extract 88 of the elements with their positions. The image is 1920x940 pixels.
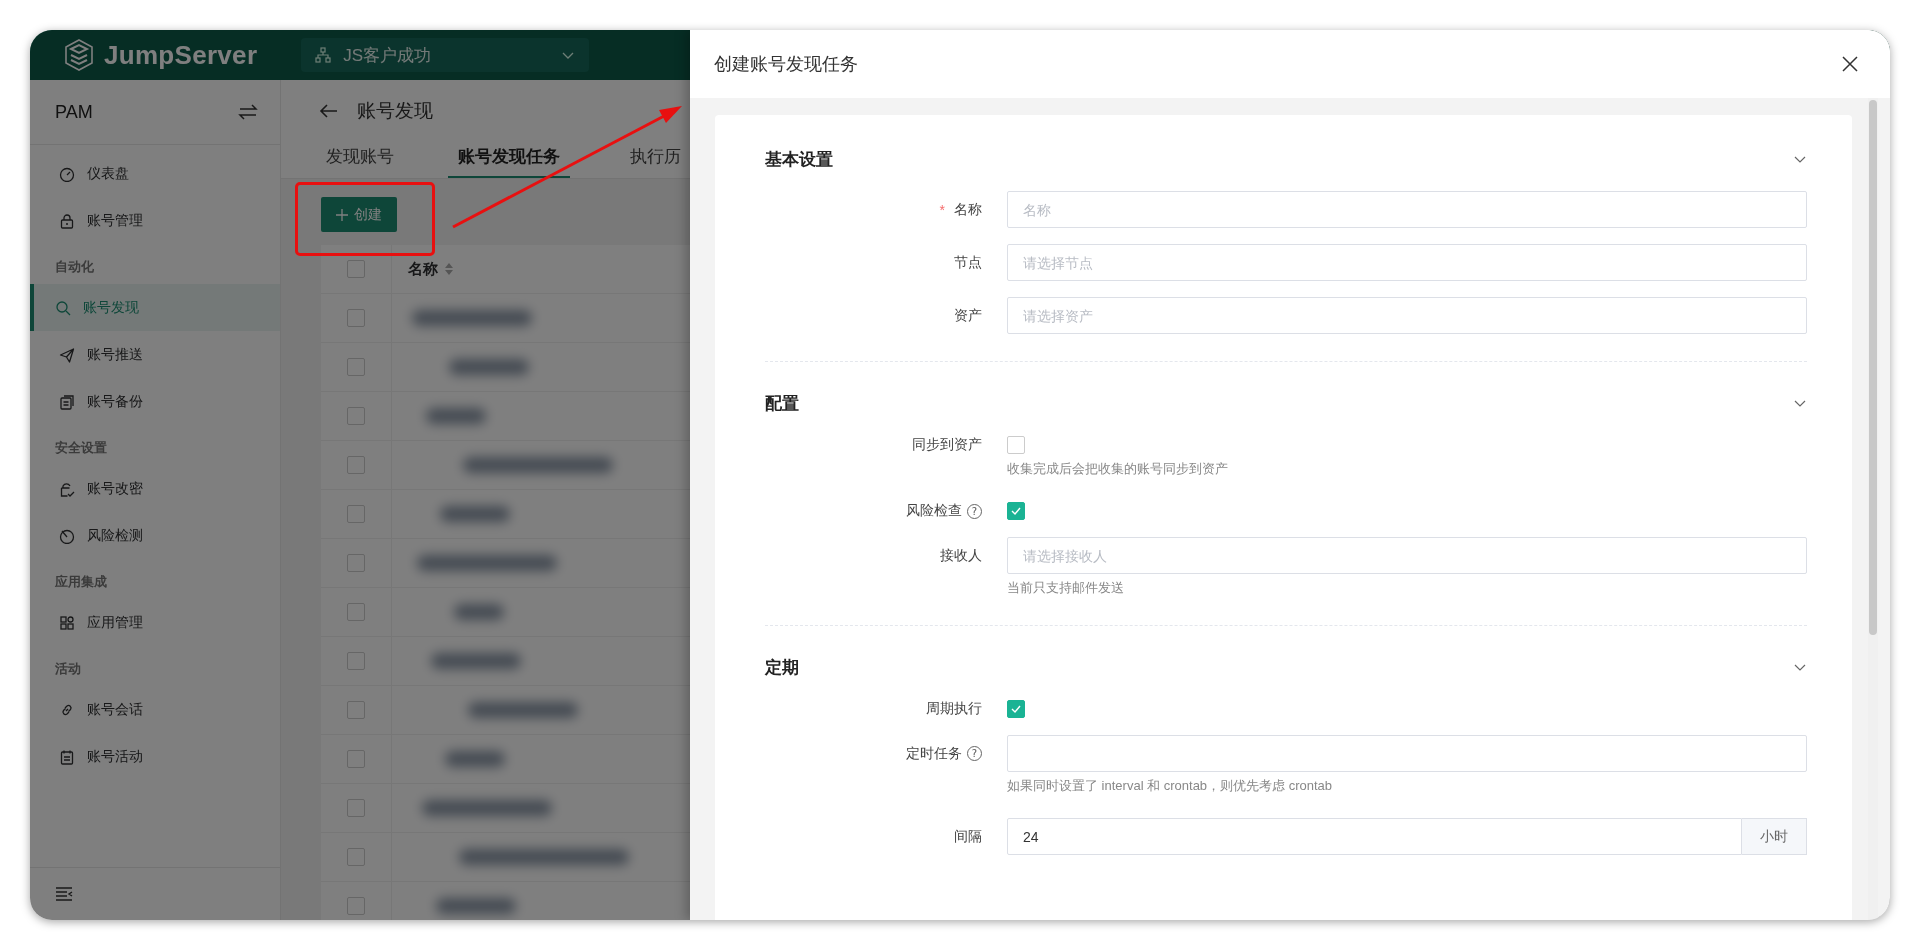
drawer-title: 创建账号发现任务: [714, 53, 858, 76]
sidebar-item[interactable]: 仪表盘: [30, 150, 280, 197]
blurred-text: [454, 604, 504, 620]
check-icon: [1010, 505, 1022, 517]
menu-group-label: 自动化: [54, 258, 95, 276]
input-field[interactable]: 24: [1007, 818, 1742, 855]
menu-item-icon: [59, 748, 75, 765]
logo-icon: [62, 38, 96, 72]
checkbox[interactable]: [347, 358, 365, 376]
menu-item-icon: [55, 299, 71, 316]
checkbox[interactable]: [1007, 502, 1025, 520]
blurred-text: [440, 506, 510, 522]
input-field[interactable]: 请选择接收人: [1007, 537, 1807, 574]
field-label: 间隔: [954, 827, 982, 846]
menu-item-icon: [59, 393, 75, 410]
tab[interactable]: 发现账号: [319, 136, 426, 178]
sidebar-item[interactable]: 账号管理: [30, 197, 280, 244]
check-icon: [1010, 703, 1022, 715]
sidebar-item[interactable]: 账号备份: [30, 378, 280, 425]
input-field[interactable]: 请选择节点: [1007, 244, 1807, 281]
collapse-icon[interactable]: [55, 886, 75, 902]
org-selector[interactable]: JS客户成功: [301, 38, 590, 72]
create-button[interactable]: 创建: [321, 197, 397, 232]
checkbox[interactable]: [347, 260, 365, 278]
section-title: 配置: [765, 392, 799, 415]
input-field[interactable]: 请选择资产: [1007, 297, 1807, 334]
checkbox[interactable]: [1007, 700, 1025, 718]
checkbox[interactable]: [1007, 436, 1025, 454]
tab[interactable]: 执行历: [630, 136, 681, 178]
checkbox[interactable]: [347, 750, 365, 768]
menu-item-icon: [59, 480, 75, 497]
field-hint: 当前只支持邮件发送: [1007, 579, 1125, 597]
sidebar-item[interactable]: 账号发现: [30, 284, 280, 331]
field-hint: 收集完成后会把收集的账号同步到资产: [1007, 460, 1229, 478]
field-label: 资产: [954, 306, 982, 325]
field-label: 定时任务: [906, 744, 962, 763]
field-label: 周期执行: [926, 700, 982, 718]
checkbox[interactable]: [347, 309, 365, 327]
unit-addon: 小时: [1742, 818, 1807, 855]
tab[interactable]: 账号发现任务: [448, 136, 570, 178]
scrollbar-thumb[interactable]: [1869, 100, 1877, 635]
input-field[interactable]: [1007, 735, 1807, 772]
checkbox[interactable]: [347, 554, 365, 572]
column-header: 名称: [408, 259, 438, 279]
field-label: 同步到资产: [912, 436, 982, 454]
field-label: 节点: [954, 253, 982, 272]
logo-text: JumpServer: [104, 39, 258, 71]
menu-item-icon: [59, 614, 75, 631]
menu-item-icon: [59, 527, 75, 544]
checkbox[interactable]: [347, 456, 365, 474]
checkbox[interactable]: [347, 701, 365, 719]
sidebar-item[interactable]: 风险检测: [30, 512, 280, 559]
page-title: 账号发现: [357, 99, 433, 123]
required-mark: *: [939, 201, 945, 218]
sidebar-item[interactable]: 账号改密: [30, 465, 280, 512]
input-field[interactable]: 名称: [1007, 191, 1807, 228]
menu-group-label: 活动: [54, 660, 82, 678]
menu-item-icon: [59, 346, 75, 363]
checkbox[interactable]: [347, 603, 365, 621]
checkbox[interactable]: [347, 505, 365, 523]
back-arrow-icon[interactable]: [319, 103, 339, 119]
checkbox[interactable]: [347, 652, 365, 670]
checkbox[interactable]: [347, 407, 365, 425]
close-icon[interactable]: [1842, 56, 1858, 72]
sidebar-item[interactable]: 应用管理: [30, 599, 280, 646]
sidebar-item[interactable]: 账号推送: [30, 331, 280, 378]
field-label: 风险检查: [906, 502, 962, 520]
blurred-text: [426, 408, 486, 424]
menu-group-label: 安全设置: [54, 439, 108, 457]
sidebar-item[interactable]: 账号活动: [30, 733, 280, 780]
switch-icon[interactable]: [238, 103, 258, 121]
field-label: 接收人: [940, 546, 982, 565]
menu-group-label: 应用集成: [54, 573, 108, 591]
menu-item-icon: [59, 212, 75, 229]
field-label: 名称: [954, 200, 982, 219]
menu-item-icon: [59, 165, 75, 182]
field-hint: 如果同时设置了 interval 和 crontab，则优先考虑 crontab: [1007, 777, 1334, 795]
hierarchy-icon: [315, 47, 332, 63]
plus-icon: [336, 208, 348, 221]
section-title: 基本设置: [765, 148, 833, 171]
sidebar-title: PAM: [55, 101, 93, 123]
checkbox[interactable]: [347, 897, 365, 915]
section-title: 定期: [765, 656, 799, 679]
blurred-text: [445, 751, 505, 767]
sort-icon[interactable]: [444, 262, 454, 276]
checkbox[interactable]: [347, 799, 365, 817]
sidebar-item[interactable]: 账号会话: [30, 686, 280, 733]
checkbox[interactable]: [347, 848, 365, 866]
